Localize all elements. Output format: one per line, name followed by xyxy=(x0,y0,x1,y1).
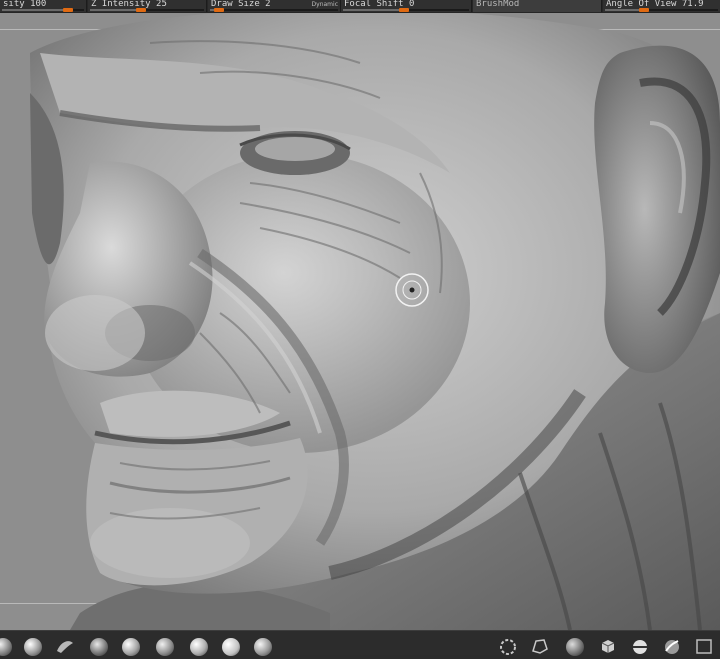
focal-shift-knob[interactable] xyxy=(399,8,409,12)
rgb-intensity-knob[interactable] xyxy=(63,8,73,12)
frame-icon[interactable] xyxy=(694,637,714,655)
material-ball-7-icon[interactable] xyxy=(222,638,240,656)
sphere-tool-icon[interactable] xyxy=(630,637,650,655)
angle-of-view-track xyxy=(605,9,718,11)
focal-shift-slider[interactable]: Focal Shift 0 xyxy=(341,0,472,12)
standard-brush-icon[interactable] xyxy=(662,637,682,655)
bottom-shelf xyxy=(0,630,720,656)
angle-of-view-slider[interactable]: Angle Of View 71.9 xyxy=(603,0,720,12)
material-ball-5-icon[interactable] xyxy=(156,638,174,656)
rgb-intensity-slider[interactable]: sity 100 xyxy=(0,0,87,12)
material-ball-1-icon[interactable] xyxy=(0,638,12,656)
gizmo-icon[interactable] xyxy=(498,637,518,655)
cube-icon[interactable] xyxy=(598,637,618,655)
material-ball-3-icon[interactable] xyxy=(90,638,108,656)
material-ball-9-icon[interactable] xyxy=(566,638,584,656)
draw-size-track xyxy=(210,9,338,11)
lasso-icon[interactable] xyxy=(530,637,550,655)
dynamic-toggle[interactable]: Dynamic xyxy=(312,0,338,9)
brush-mod-slider[interactable]: BrushMod xyxy=(473,0,602,12)
sculpt-render xyxy=(30,13,720,630)
draw-size-knob[interactable] xyxy=(214,8,224,12)
z-intensity-track xyxy=(90,9,204,11)
draw-size-slider[interactable]: Draw Size 2 Dynamic xyxy=(208,0,341,12)
canvas-viewport[interactable] xyxy=(0,13,720,630)
material-ball-4-icon[interactable] xyxy=(122,638,140,656)
material-ball-2-icon[interactable] xyxy=(24,638,42,656)
z-intensity-label: Z Intensity 25 xyxy=(91,0,167,9)
angle-of-view-knob[interactable] xyxy=(639,8,649,12)
brush-mod-label: BrushMod xyxy=(476,0,520,9)
material-ball-6-icon[interactable] xyxy=(190,638,208,656)
material-ball-8-icon[interactable] xyxy=(254,638,272,656)
z-intensity-knob[interactable] xyxy=(136,8,146,12)
alpha-brush-icon[interactable] xyxy=(55,637,75,655)
top-parameter-bar: sity 100 Z Intensity 25 Draw Size 2 Dyna… xyxy=(0,0,720,14)
rgb-intensity-label: sity 100 xyxy=(3,0,47,9)
angle-of-view-label: Angle Of View 71.9 xyxy=(606,0,704,9)
z-intensity-slider[interactable]: Z Intensity 25 xyxy=(88,0,207,12)
